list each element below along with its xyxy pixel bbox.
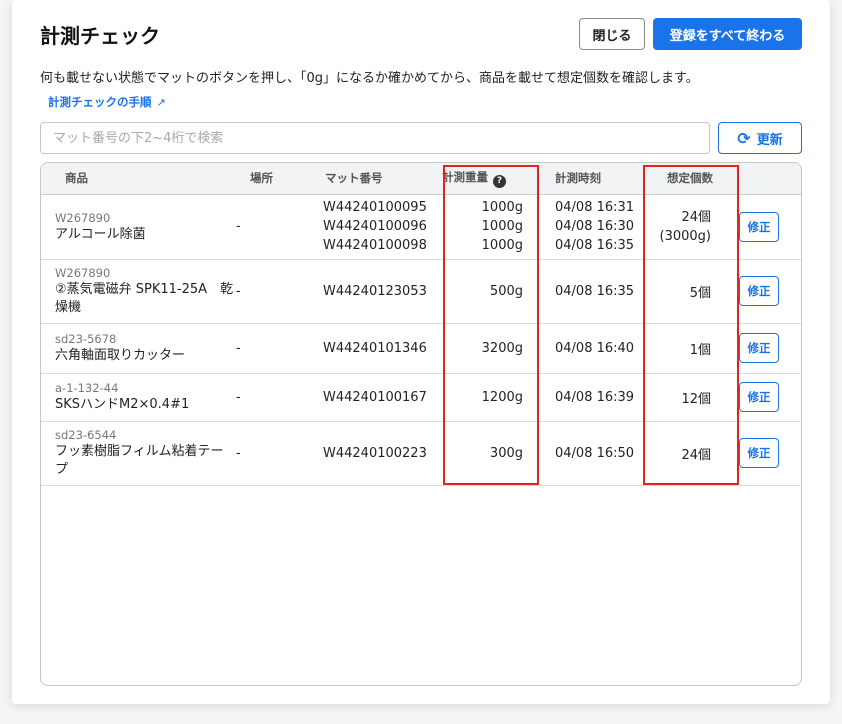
count-cell: 24個 [639, 421, 735, 486]
action-cell: 修正 [735, 194, 801, 260]
refresh-button[interactable]: ⟳ 更新 [718, 122, 802, 154]
help-icon[interactable]: ? [493, 174, 506, 188]
count-cell: 12個 [639, 373, 735, 422]
mat-number-cell: W44240100095 W44240100096 W44240100098 [307, 194, 427, 260]
table-row: a-1-132-44 SKSハンドM2×0.4#1 - W44240100167… [41, 373, 801, 422]
weight-value: 1000g [481, 238, 523, 253]
count-value: 24個 [681, 209, 711, 225]
mat-number-cell: W44240101346 [307, 323, 427, 374]
action-cell: 修正 [735, 421, 801, 486]
product-name: フッ素樹脂フィルム粘着テープ [55, 444, 224, 477]
edit-button[interactable]: 修正 [739, 382, 779, 412]
column-header-action [735, 163, 801, 195]
product-code: a-1-132-44 [55, 381, 119, 395]
refresh-icon: ⟳ [737, 128, 751, 148]
weight-cell: 1200g [424, 373, 537, 422]
column-header-count: 想定個数 [639, 163, 735, 195]
weight-value: 1000g [481, 200, 523, 215]
product-name: ②蒸気電磁弁 SPK11-25A 乾燥機 [55, 282, 234, 315]
action-cell: 修正 [735, 373, 801, 422]
edit-button[interactable]: 修正 [739, 438, 779, 468]
time-cell: 04/08 16:35 [537, 259, 639, 324]
time-value: 04/08 16:30 [555, 219, 635, 234]
count-weight-value: (3000g) [659, 228, 711, 244]
product-code: W267890 [55, 210, 111, 225]
mat-number-cell: W44240123053 [307, 259, 427, 324]
time-cell: 04/08 16:39 [537, 373, 639, 422]
column-header-product: 商品 [41, 163, 234, 195]
finish-all-button[interactable]: 登録をすべて終わる [653, 18, 802, 50]
time-cell: 04/08 16:50 [537, 421, 639, 486]
product-name: アルコール除菌 [55, 226, 146, 242]
time-cell: 04/08 16:40 [537, 323, 639, 374]
column-header-place: 場所 [234, 163, 307, 195]
measurement-table: 商品 場所 マット番号 計測重量? 計測時刻 想定個数 W267890 アルコー… [40, 162, 802, 686]
product-cell: sd23-5678 六角軸面取りカッター [41, 323, 234, 374]
mat-number-cell: W44240100167 [307, 373, 427, 422]
refresh-label: 更新 [756, 132, 783, 148]
count-cell: 1個 [639, 323, 735, 374]
guide-link[interactable]: 計測チェックの手順 ↗ [48, 94, 166, 110]
place-cell: - [234, 323, 307, 374]
guide-link-label: 計測チェックの手順 [48, 95, 152, 109]
page-title: 計測チェック [40, 24, 160, 48]
mat-number: W44240100096 [323, 219, 427, 234]
table-row: W267890 アルコール除菌 - W44240100095 W44240100… [41, 194, 801, 260]
action-cell: 修正 [735, 323, 801, 374]
time-value: 04/08 16:35 [555, 238, 635, 253]
product-code: sd23-5678 [55, 332, 117, 346]
weight-cell: 500g [424, 259, 537, 324]
place-cell: - [234, 373, 307, 422]
product-cell: W267890 ②蒸気電磁弁 SPK11-25A 乾燥機 [41, 259, 234, 324]
column-header-weight: 計測重量? [424, 163, 537, 195]
product-name: 六角軸面取りカッター [55, 348, 186, 363]
product-cell: a-1-132-44 SKSハンドM2×0.4#1 [41, 373, 234, 422]
edit-button[interactable]: 修正 [739, 276, 779, 306]
product-cell: W267890 アルコール除菌 [41, 194, 234, 260]
mat-number: W44240100098 [323, 238, 427, 253]
edit-button[interactable]: 修正 [739, 333, 779, 363]
weight-header-label: 計測重量 [442, 169, 488, 184]
product-cell: sd23-6544 フッ素樹脂フィルム粘着テープ [41, 421, 234, 486]
mat-number-cell: W44240100223 [307, 421, 427, 486]
external-link-icon: ↗ [156, 96, 166, 109]
product-name: SKSハンドM2×0.4#1 [55, 397, 190, 412]
measurement-check-panel: 計測チェック 閉じる 登録をすべて終わる 何も載せない状態でマットのボタンを押し… [12, 0, 830, 704]
weight-cell: 3200g [424, 323, 537, 374]
instruction-text: 何も載せない状態でマットのボタンを押し、「0g」になるか確かめてから、商品を載せ… [40, 71, 699, 86]
weight-value: 1000g [481, 219, 523, 234]
weight-cell: 300g [424, 421, 537, 486]
mat-number: W44240100095 [323, 200, 427, 215]
count-cell: 5個 [639, 259, 735, 324]
action-cell: 修正 [735, 259, 801, 324]
product-code: sd23-6544 [55, 428, 117, 442]
table-row: sd23-5678 六角軸面取りカッター - W44240101346 3200… [41, 323, 801, 374]
count-cell: 24個 (3000g) [639, 194, 735, 260]
time-value: 04/08 16:31 [555, 200, 635, 215]
place-cell: - [234, 259, 307, 324]
table-header-row: 商品 場所 マット番号 計測重量? 計測時刻 想定個数 [41, 163, 801, 195]
edit-button[interactable]: 修正 [739, 211, 779, 242]
product-code: W267890 [55, 266, 111, 280]
search-input[interactable] [40, 122, 710, 154]
place-cell: - [234, 421, 307, 486]
column-header-time: 計測時刻 [537, 163, 639, 195]
time-cell: 04/08 16:31 04/08 16:30 04/08 16:35 [537, 194, 639, 260]
table-row: W267890 ②蒸気電磁弁 SPK11-25A 乾燥機 - W44240123… [41, 259, 801, 324]
close-button[interactable]: 閉じる [579, 18, 645, 50]
weight-cell: 1000g 1000g 1000g [424, 194, 537, 260]
column-header-mat: マット番号 [307, 163, 424, 195]
place-cell: - [234, 194, 307, 260]
table-row: sd23-6544 フッ素樹脂フィルム粘着テープ - W44240100223 … [41, 421, 801, 486]
